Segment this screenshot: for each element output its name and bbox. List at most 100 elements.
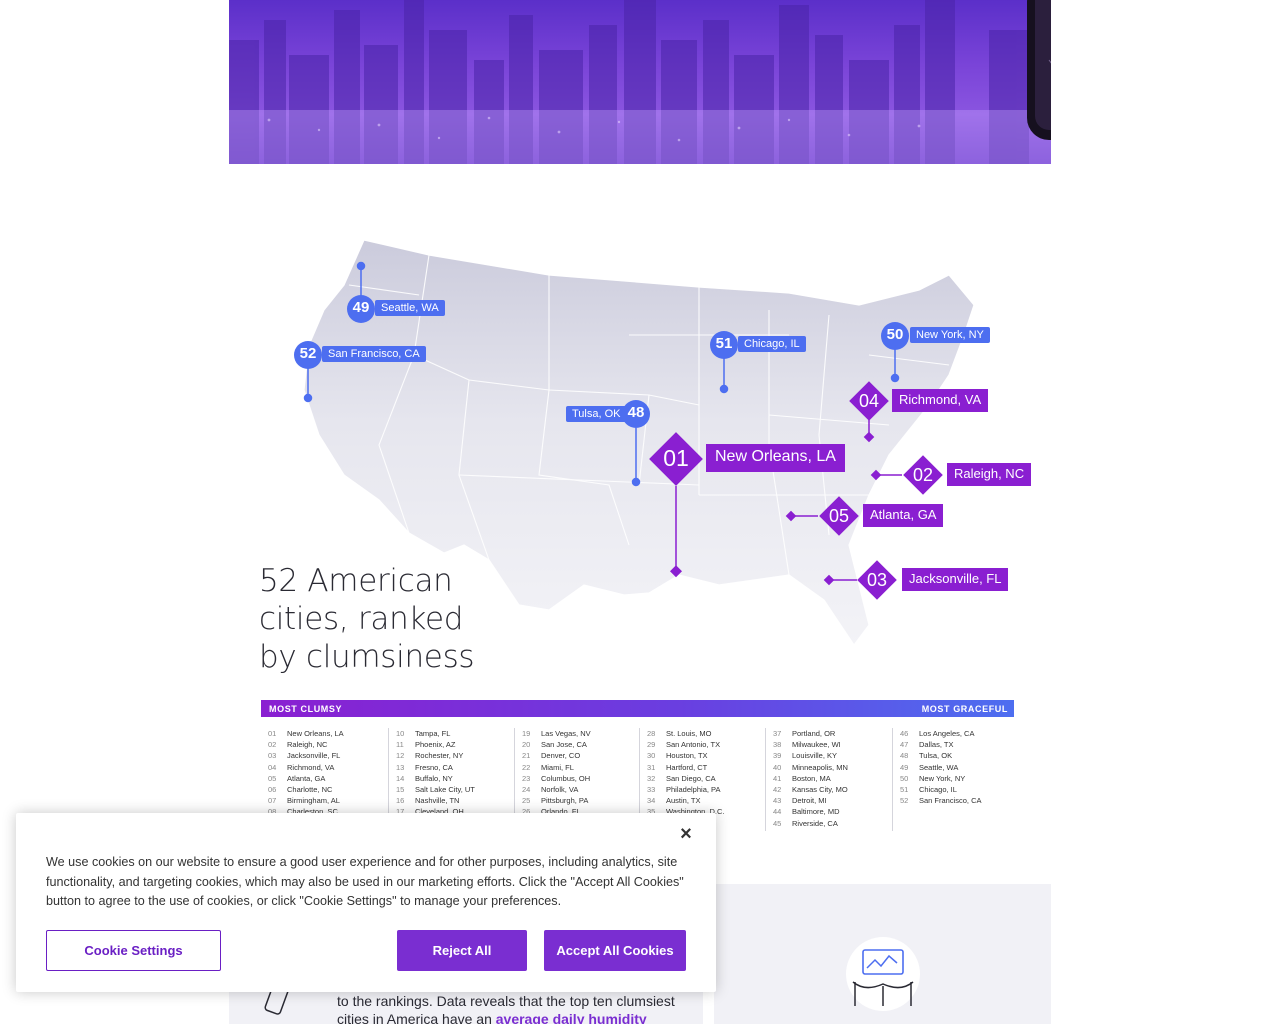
accept-all-cookies-button[interactable]: Accept All Cookies bbox=[544, 930, 686, 971]
ranking-number: 43 bbox=[773, 796, 782, 806]
pin-label-new-orleans: New Orleans, LA bbox=[706, 444, 845, 472]
ranking-number: 41 bbox=[773, 773, 782, 783]
hero-image bbox=[229, 0, 1051, 164]
ranking-city: Buffalo, NY bbox=[415, 773, 453, 783]
ranking-row: 13 Fresno, CA bbox=[389, 762, 514, 773]
pin-label-tulsa: Tulsa, OK bbox=[566, 406, 627, 422]
close-icon[interactable]: × bbox=[675, 823, 697, 845]
ranking-city: Tampa, FL bbox=[415, 729, 451, 738]
ranking-number: 03 bbox=[268, 751, 277, 761]
ranking-city: Seattle, WA bbox=[919, 762, 959, 772]
ranking-row: 07 Birmingham, AL bbox=[261, 795, 387, 806]
humidity-highlight: average daily humidity bbox=[495, 1011, 647, 1024]
ranking-city: Miami, FL bbox=[541, 762, 574, 772]
pin-rank-new-orleans: 01 bbox=[663, 445, 689, 471]
city-skyline-image bbox=[229, 0, 1051, 164]
ranking-row: 42 Kansas City, MO bbox=[766, 784, 891, 795]
pin-label-chicago: Chicago, IL bbox=[738, 336, 806, 352]
ranking-row: 12 Rochester, NY bbox=[389, 750, 514, 761]
ranking-row: 32 San Diego, CA bbox=[640, 773, 765, 784]
info-card-right bbox=[714, 884, 1051, 1024]
ranking-number: 05 bbox=[268, 773, 277, 783]
info-card-line-prefix: cities in America have an bbox=[337, 1011, 496, 1024]
ranking-number: 32 bbox=[647, 773, 656, 783]
ranking-number: 06 bbox=[268, 784, 277, 794]
ranking-row: 37 Portland, OR bbox=[766, 728, 891, 739]
ranking-row: 01 New Orleans, LA bbox=[261, 728, 387, 739]
cookie-consent-text: We use cookies on our website to ensure … bbox=[46, 855, 684, 908]
ranking-city: Denver, CO bbox=[541, 751, 581, 761]
ranking-row: 28 St. Louis, MO bbox=[640, 728, 765, 739]
ranking-row: 05 Atlanta, GA bbox=[261, 773, 387, 784]
ranking-number: 40 bbox=[773, 762, 782, 772]
ranking-number: 50 bbox=[900, 773, 909, 783]
ranking-city: Columbus, OH bbox=[541, 773, 591, 783]
ranking-city: Baltimore, MD bbox=[792, 807, 840, 817]
ranking-city: Kansas City, MO bbox=[792, 784, 848, 794]
ranking-city: Los Angeles, CA bbox=[919, 729, 975, 738]
ranking-number: 25 bbox=[522, 796, 531, 806]
ranking-number: 34 bbox=[647, 796, 656, 806]
display-chart-icon bbox=[846, 937, 920, 1011]
cracked-phone-image bbox=[1027, 0, 1051, 140]
ranking-column: 37 Portland, OR 38 Milwaukee, WI 39 Louisvill… bbox=[765, 728, 891, 831]
ranking-row: 25 Pittsburgh, PA bbox=[515, 795, 640, 806]
most-graceful-label: MOST GRACEFUL bbox=[921, 704, 1008, 714]
ranking-row: 41 Boston, MA bbox=[766, 773, 891, 784]
ranking-row: 16 Nashville, TN bbox=[389, 795, 514, 806]
ranking-number: 48 bbox=[900, 751, 909, 761]
most-clumsy-label: MOST CLUMSY bbox=[269, 704, 343, 714]
ranking-row: 20 San Jose, CA bbox=[515, 739, 640, 750]
pin-label-jacksonville: Jacksonville, FL bbox=[902, 568, 1009, 591]
ranking-number: 51 bbox=[900, 784, 909, 794]
ranking-city: Austin, TX bbox=[666, 796, 701, 806]
headline-line: by clumsiness bbox=[259, 639, 475, 675]
cookie-consent-dialog: × We use cookies on our website to ensur… bbox=[16, 813, 716, 992]
pin-rank-san-francisco: 52 bbox=[299, 345, 317, 362]
ranking-city: New York, NY bbox=[919, 773, 966, 783]
pin-label-raleigh: Raleigh, NC bbox=[947, 463, 1032, 486]
ranking-row: 34 Austin, TX bbox=[640, 795, 765, 806]
pin-label-richmond: Richmond, VA bbox=[892, 389, 989, 412]
ranking-city: Birmingham, AL bbox=[287, 796, 340, 806]
ranking-number: 01 bbox=[268, 729, 277, 738]
pin-rank-new-york: 50 bbox=[886, 326, 904, 343]
ranking-city: San Francisco, CA bbox=[919, 796, 982, 806]
ranking-number: 23 bbox=[522, 773, 531, 783]
cookie-settings-button[interactable]: Cookie Settings bbox=[46, 930, 221, 971]
ranking-row: 14 Buffalo, NY bbox=[389, 773, 514, 784]
ranking-row: 39 Louisville, KY bbox=[766, 750, 891, 761]
ranking-number: 39 bbox=[773, 751, 782, 761]
ranking-row: 43 Detroit, MI bbox=[766, 795, 891, 806]
ranking-number: 21 bbox=[522, 751, 531, 761]
ranking-row: 44 Baltimore, MD bbox=[766, 806, 891, 817]
ranking-row: 03 Jacksonville, FL bbox=[261, 750, 387, 761]
ranking-number: 52 bbox=[900, 796, 909, 806]
pin-label-seattle: Seattle, WA bbox=[375, 300, 445, 316]
ranking-row: 24 Norfolk, VA bbox=[515, 784, 640, 795]
ranking-row: 31 Hartford, CT bbox=[640, 762, 765, 773]
info-card-line: cities in America have an average daily … bbox=[337, 1010, 677, 1024]
pin-rank-jacksonville: 03 bbox=[866, 570, 888, 590]
ranking-number: 33 bbox=[647, 784, 656, 794]
ranking-scale-bar: MOST CLUMSY MOST GRACEFUL bbox=[261, 700, 1014, 717]
ranking-city: Atlanta, GA bbox=[287, 773, 326, 783]
ranking-column: 46 Los Angeles, CA 47 Dallas, TX 48 Tulsa, OK… bbox=[892, 728, 1018, 831]
page: 49 Seattle, WA 52 San Francisco, CA Tuls… bbox=[0, 0, 1280, 1024]
reject-all-button[interactable]: Reject All bbox=[397, 930, 527, 971]
ranking-row: 47 Dallas, TX bbox=[893, 739, 1018, 750]
ranking-row: 51 Chicago, IL bbox=[893, 784, 1018, 795]
ranking-number: 47 bbox=[900, 740, 909, 750]
ranking-number: 14 bbox=[396, 773, 405, 783]
headline-line: cities, ranked bbox=[259, 601, 464, 637]
ranking-number: 49 bbox=[900, 762, 909, 772]
ranking-city: Richmond, VA bbox=[287, 762, 335, 772]
ranking-number: 19 bbox=[522, 729, 531, 738]
ranking-number: 24 bbox=[522, 784, 531, 794]
ranking-city: San Diego, CA bbox=[666, 773, 716, 783]
ranking-city: Dallas, TX bbox=[919, 740, 954, 750]
ranking-row: 50 New York, NY bbox=[893, 773, 1018, 784]
ranking-row: 22 Miami, FL bbox=[515, 762, 640, 773]
ranking-city: Detroit, MI bbox=[792, 796, 827, 806]
ranking-city: Riverside, CA bbox=[792, 818, 838, 828]
